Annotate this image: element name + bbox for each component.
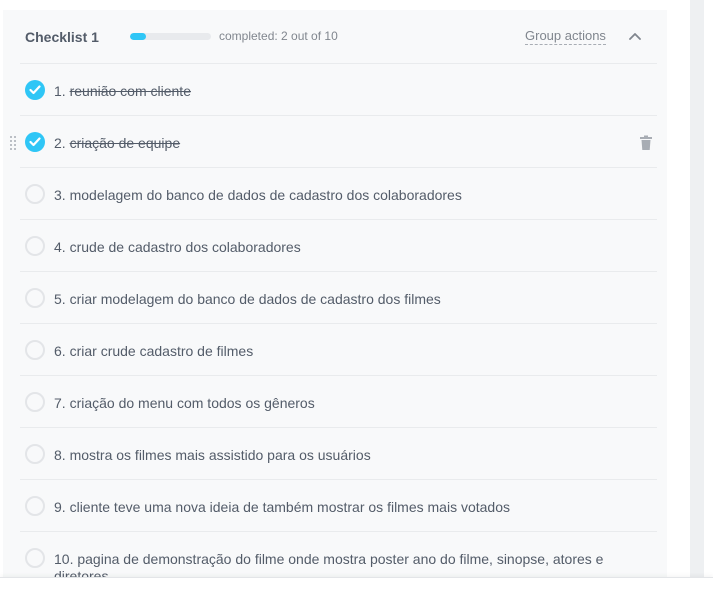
checklist-item-number: 5.	[54, 291, 66, 307]
checklist-items: 1. reunião com cliente 2. criação de equi…	[3, 64, 667, 584]
page: Checklist 1 completed: 2 out of 10 Group…	[0, 0, 713, 593]
checklist-item[interactable]: 7. criação do menu com todos os gêneros	[20, 376, 657, 428]
checklist-item[interactable]: 8. mostra os filmes mais assistido para …	[20, 428, 657, 480]
checklist-item[interactable]: 4. crude de cadastro dos colaboradores	[20, 220, 657, 272]
checklist-item-label[interactable]: 1. reunião com cliente	[54, 83, 634, 100]
unchecked-circle-icon[interactable]	[25, 496, 45, 516]
checklist-item-text: reunião com cliente	[69, 83, 191, 99]
checklist-item[interactable]: 9. cliente teve uma nova ideia de também…	[20, 480, 657, 532]
trash-icon[interactable]	[639, 135, 653, 151]
progress-bar	[130, 33, 211, 40]
checklist-item-number: 1.	[54, 83, 66, 99]
checklist-item[interactable]: 1. reunião com cliente	[20, 64, 657, 116]
checklist-item-label[interactable]: 8. mostra os filmes mais assistido para …	[54, 447, 634, 464]
completed-counter: completed: 2 out of 10	[219, 29, 338, 43]
checklist-item[interactable]: 5. criar modelagem do banco de dados de …	[20, 272, 657, 324]
checklist-item-label[interactable]: 9. cliente teve uma nova ideia de também…	[54, 499, 634, 516]
progress-bar-fill	[130, 33, 147, 40]
checklist-item-text: criação do menu com todos os gêneros	[69, 395, 315, 411]
unchecked-circle-icon[interactable]	[25, 236, 45, 256]
checklist-item-number: 6.	[54, 343, 66, 359]
checklist-item-text: modelagem do banco de dados de cadastro …	[69, 187, 462, 203]
checklist-item-label[interactable]: 4. crude de cadastro dos colaboradores	[54, 239, 634, 256]
checklist-item-number: 4.	[54, 239, 66, 255]
unchecked-circle-icon[interactable]	[25, 392, 45, 412]
drag-handle-icon[interactable]	[9, 135, 17, 151]
checklist-item-label[interactable]: 3. modelagem do banco de dados de cadast…	[54, 187, 634, 204]
checklist-item-text: cliente teve uma nova ideia de também mo…	[69, 499, 510, 515]
checklist-title: Checklist 1	[25, 29, 99, 45]
unchecked-circle-icon[interactable]	[25, 184, 45, 204]
checklist-item-number: 3.	[54, 187, 66, 203]
checklist-item-label[interactable]: 7. criação do menu com todos os gêneros	[54, 395, 634, 412]
unchecked-circle-icon[interactable]	[25, 288, 45, 308]
checklist-header: Checklist 1 completed: 2 out of 10 Group…	[3, 10, 667, 63]
checklist-item-text: criar crude cadastro de filmes	[69, 343, 254, 359]
checklist-item-label[interactable]: 2. criação de equipe	[54, 135, 634, 152]
checklist-item-number: 8.	[54, 447, 66, 463]
unchecked-circle-icon[interactable]	[25, 548, 45, 568]
checklist-item[interactable]: 2. criação de equipe	[10, 116, 657, 168]
checklist-item-label[interactable]: 6. criar crude cadastro de filmes	[54, 343, 634, 360]
checklist-panel: Checklist 1 completed: 2 out of 10 Group…	[3, 10, 667, 593]
checklist-item-number: 10.	[54, 551, 74, 567]
checklist-item-text: criar modelagem do banco de dados de cad…	[69, 291, 441, 307]
checklist-item-number: 2.	[54, 135, 66, 151]
unchecked-circle-icon[interactable]	[25, 444, 45, 464]
group-actions-link[interactable]: Group actions	[525, 28, 606, 45]
checklist-item-number: 9.	[54, 499, 66, 515]
checklist-item-text: mostra os filmes mais assistido para os …	[69, 447, 371, 463]
checklist-item-number: 7.	[54, 395, 66, 411]
checklist-item[interactable]: 3. modelagem do banco de dados de cadast…	[20, 168, 657, 220]
checked-circle-icon[interactable]	[25, 132, 45, 152]
unchecked-circle-icon[interactable]	[25, 340, 45, 360]
checked-circle-icon[interactable]	[25, 80, 45, 100]
checklist-item[interactable]: 6. criar crude cadastro de filmes	[20, 324, 657, 376]
scrollbar-track[interactable]	[690, 0, 704, 580]
checklist-item-text: crude de cadastro dos colaboradores	[69, 239, 301, 255]
bottom-edge	[0, 577, 713, 593]
checklist-item-label[interactable]: 5. criar modelagem do banco de dados de …	[54, 291, 634, 308]
checklist-item-text: criação de equipe	[69, 135, 181, 151]
chevron-up-icon[interactable]	[626, 28, 644, 44]
